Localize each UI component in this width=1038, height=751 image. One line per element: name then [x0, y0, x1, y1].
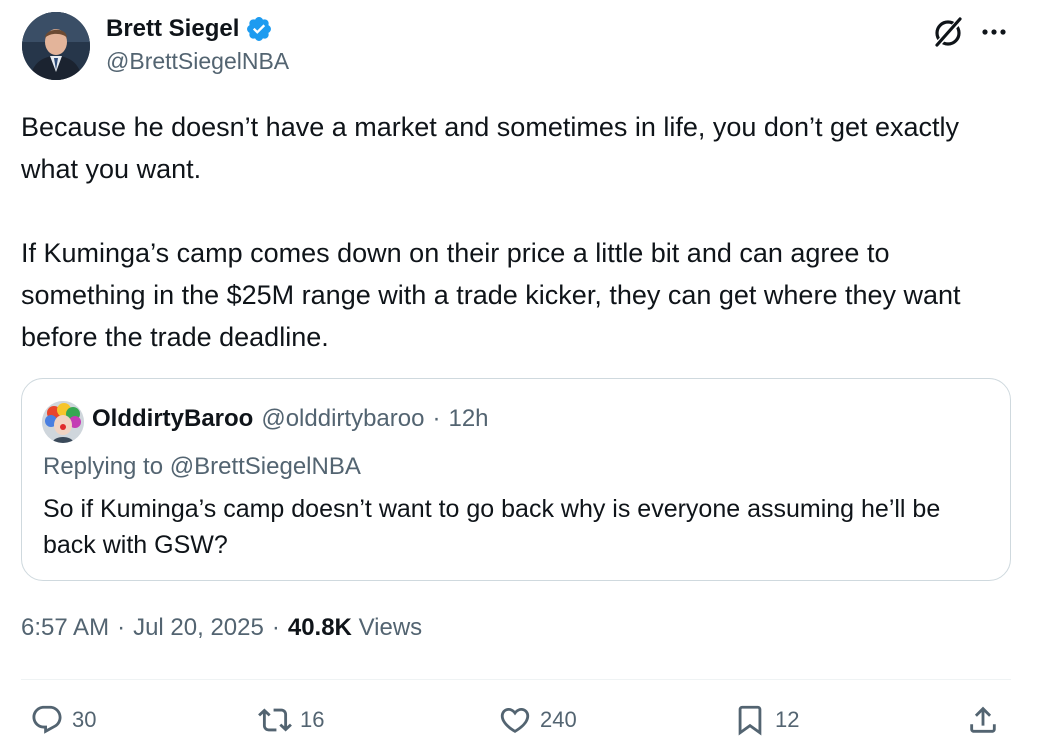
like-button[interactable]: 240	[498, 702, 577, 738]
tweet-text: Because he doesn’t have a market and som…	[21, 106, 1021, 358]
reply-button[interactable]: 30	[30, 702, 96, 738]
views-count: 40.8K	[287, 614, 352, 641]
retweet-count: 16	[300, 707, 325, 732]
meta-separator: ·	[271, 614, 280, 641]
grok-icon[interactable]	[930, 14, 966, 50]
quote-text: So if Kuminga’s camp doesn’t want to go …	[43, 495, 941, 559]
author-avatar-image	[22, 12, 90, 80]
share-icon	[970, 706, 996, 733]
quote-tweet-card[interactable]: OlddirtyBaroo @olddirtybaroo · 12h Reply…	[21, 378, 1011, 581]
quote-avatar-image	[42, 401, 84, 443]
quote-header: OlddirtyBaroo @olddirtybaroo · 12h	[92, 405, 489, 433]
tweet-date[interactable]: Jul 20, 2025	[133, 614, 264, 642]
quote-time[interactable]: 12h	[448, 405, 488, 433]
reply-icon	[32, 705, 62, 734]
retweet-button[interactable]: 16	[258, 702, 324, 738]
tweet-paragraph: Because he doesn’t have a market and som…	[21, 112, 960, 184]
quote-replying-to: Replying to @BrettSiegelNBA	[43, 453, 361, 480]
retweet-icon	[258, 708, 292, 732]
meta-separator: ·	[117, 614, 126, 641]
quote-author-handle[interactable]: @olddirtybaroo	[261, 405, 424, 433]
author-name-row: Brett Siegel	[106, 12, 273, 46]
like-icon	[500, 707, 530, 733]
tweet-meta: 6:57 AM · Jul 20, 2025 · 40.8K Views	[21, 614, 422, 642]
verified-badge-icon[interactable]	[245, 15, 273, 43]
quote-author-name[interactable]: OlddirtyBaroo	[92, 405, 253, 433]
share-button[interactable]	[966, 702, 1000, 738]
quote-separator: ·	[432, 405, 441, 432]
author-avatar[interactable]	[22, 12, 90, 80]
bookmark-count: 12	[775, 707, 800, 732]
bookmark-button[interactable]: 12	[733, 702, 799, 738]
more-icon[interactable]	[976, 14, 1012, 50]
bookmark-icon	[738, 705, 762, 736]
tweet-time[interactable]: 6:57 AM	[21, 614, 109, 642]
author-handle[interactable]: @BrettSiegelNBA	[106, 48, 289, 75]
quote-avatar[interactable]	[42, 401, 84, 443]
like-count: 240	[540, 707, 577, 732]
author-name[interactable]: Brett Siegel	[106, 15, 239, 43]
reply-count: 30	[72, 707, 97, 732]
tweet-paragraph: If Kuminga’s camp comes down on their pr…	[21, 238, 961, 352]
divider	[21, 679, 1011, 680]
views-label: Views	[358, 614, 423, 641]
tweet: Brett Siegel @BrettSiegelNBA Because he …	[0, 0, 1038, 751]
